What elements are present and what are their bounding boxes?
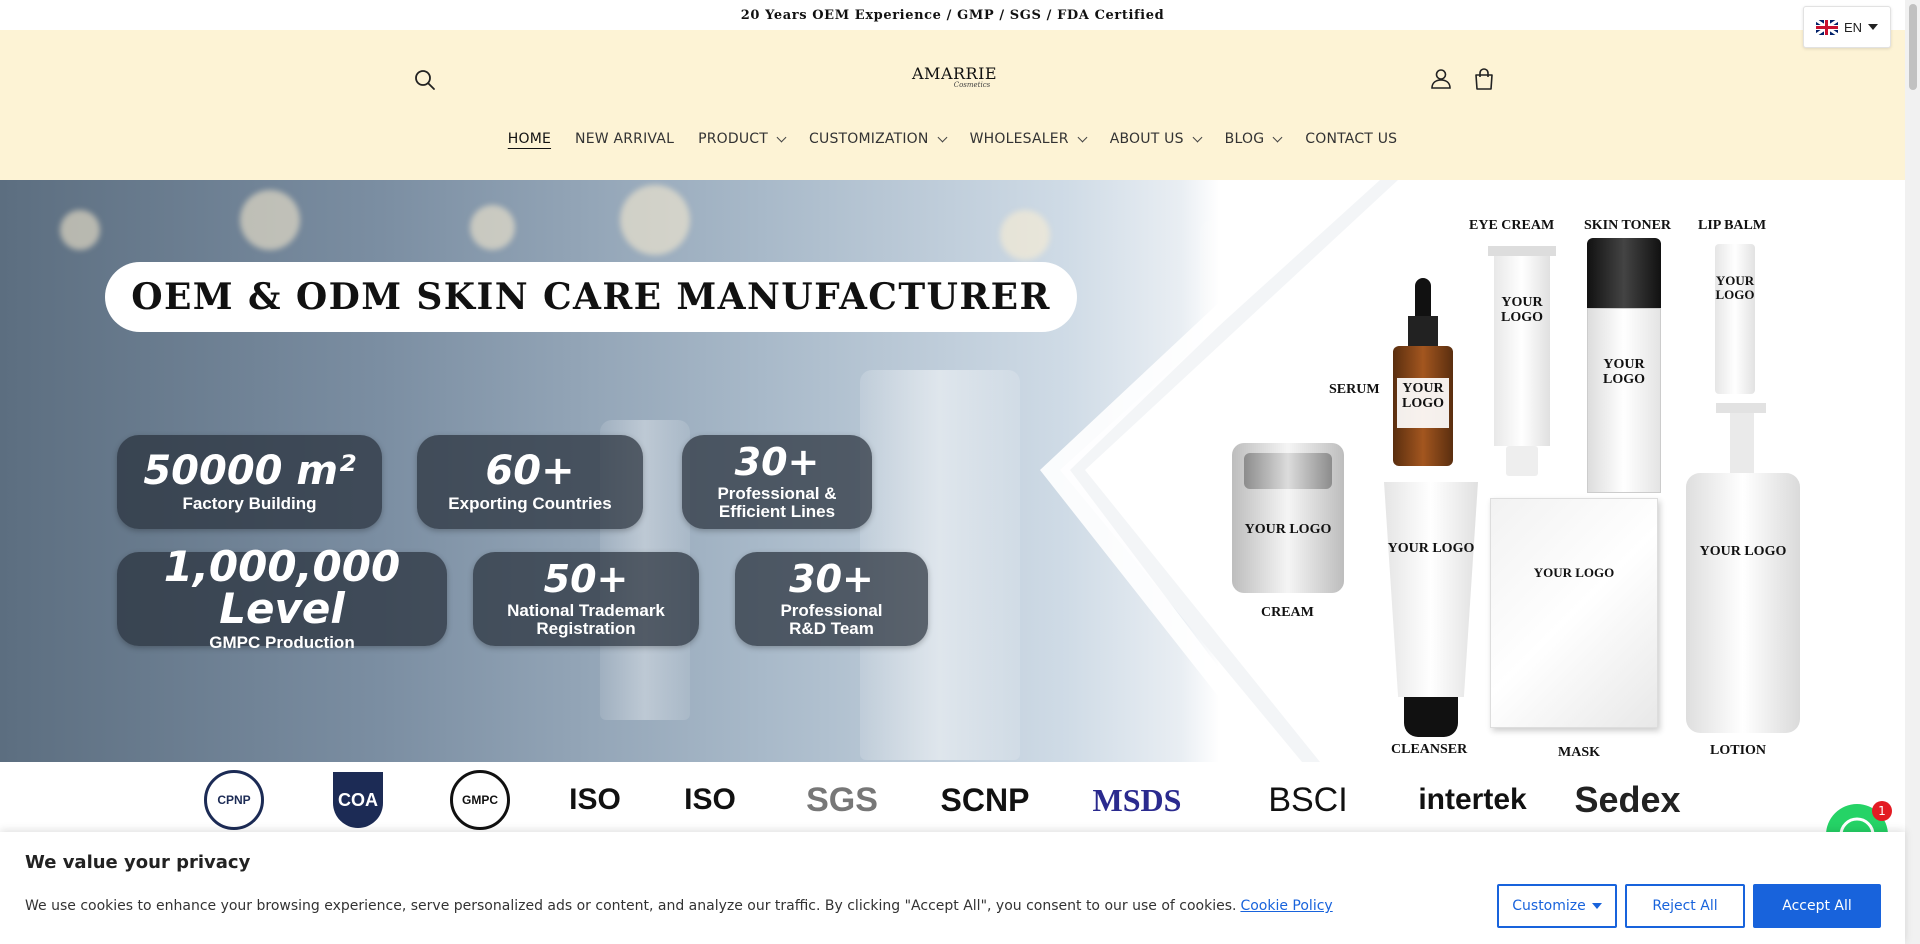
label-lip-balm: LIP BALM [1698,218,1767,233]
certifications-row: CPNP COA GMPC ISO ISO SGS SCNP MSDS BSCI… [0,762,1905,832]
cert-coa: COA [320,772,396,828]
stat-countries: 60+ Exporting Countries [417,435,643,529]
nav-new-arrival[interactable]: NEW ARRIVAL [563,128,686,150]
cookie-text: We use cookies to enhance your browsing … [25,898,1333,914]
cookie-banner: We value your privacy We use cookies to … [0,832,1905,944]
announcement-bar: 20 Years OEM Experience / GMP / SGS / FD… [0,0,1905,30]
nav-contact-us[interactable]: CONTACT US [1293,128,1409,150]
label-eye-cream: EYE CREAM [1469,218,1555,233]
account-icon[interactable] [1428,66,1454,92]
label-skin-toner: SKIN TONER [1584,218,1672,233]
hero-banner[interactable]: OEM & ODM SKIN CARE MANUFACTURER 50000 m… [0,180,1905,762]
site-header: AMARRIE Cosmetics HOME NEW ARRIVAL PRODU… [0,30,1905,180]
accept-all-button[interactable]: Accept All [1753,884,1881,928]
label-cleanser: CLEANSER [1391,742,1468,757]
customize-button[interactable]: Customize [1497,884,1617,928]
cert-iso-9001: ISO [684,783,736,816]
nav-wholesaler[interactable]: WHOLESALER [958,128,1098,150]
cert-gmpc: GMPC [450,770,510,830]
bokeh-light [60,210,100,250]
skin-toner-product: YOUR LOGO [1587,238,1661,493]
bokeh-light [620,185,690,255]
cert-bsci: BSCI [1268,780,1348,819]
cream-product: YOUR LOGO [1232,443,1344,593]
hero-headline: OEM & ODM SKIN CARE MANUFACTURER [105,262,1077,332]
uk-flag-icon [1815,19,1838,35]
chevron-divider [1040,180,1440,762]
bokeh-light [240,190,300,250]
cert-sgs: SGS [806,780,878,819]
lotion-product: YOUR LOGO [1686,403,1800,733]
nav-product[interactable]: PRODUCT [686,128,797,150]
stat-trademark: 50+ National Trademark Registration [473,552,699,646]
stat-production: 1,000,000 Level GMPC Production [117,546,447,651]
announcement-text: 20 Years OEM Experience / GMP / SGS / FD… [740,7,1165,23]
cookie-policy-link[interactable]: Cookie Policy [1240,898,1332,914]
mask-product: YOUR LOGO [1490,498,1658,728]
chevron-down-icon [1272,132,1283,142]
cert-intertek: intertek [1418,783,1527,816]
language-selector[interactable]: EN [1803,6,1891,48]
caret-down-icon [1591,903,1602,909]
chevron-down-icon [937,132,948,142]
lip-balm-product: YOUR LOGO [1715,244,1755,394]
stat-factory: 50000 m² Factory Building [117,435,382,529]
label-mask: MASK [1558,745,1600,760]
nav-customization[interactable]: CUSTOMIZATION [797,128,958,150]
chevron-down-icon [1192,132,1203,142]
reject-all-button[interactable]: Reject All [1625,884,1745,928]
serum-product: YOUR LOGO [1393,278,1453,466]
nav-about-us[interactable]: ABOUT US [1098,128,1213,150]
chevron-down-icon [1077,132,1088,142]
cert-scnp: SCNP [940,781,1030,818]
chevron-down-icon [776,132,787,142]
search-icon[interactable] [413,68,437,92]
site-logo[interactable]: AMARRIE Cosmetics [912,64,997,104]
nav-home[interactable]: HOME [496,128,563,150]
scrollbar-thumb[interactable] [1909,4,1917,90]
caret-down-icon [1868,24,1879,30]
label-cream: CREAM [1261,605,1314,620]
cart-icon[interactable] [1471,66,1497,92]
cert-msds: MSDS [1092,781,1182,818]
cert-iso-22716: ISO [569,783,621,816]
nav-blog[interactable]: BLOG [1213,128,1294,150]
language-code: EN [1843,19,1863,35]
stat-rnd: 30+ Professional R&D Team [735,552,928,646]
cleanser-product: YOUR LOGO [1384,482,1478,737]
scrollbar-track[interactable] [1905,0,1920,944]
stat-lines: 30+ Professional & Efficient Lines [682,435,872,529]
main-nav: HOME NEW ARRIVAL PRODUCT CUSTOMIZATION W… [0,128,1905,150]
label-lotion: LOTION [1710,743,1767,758]
eye-cream-product: YOUR LOGO [1488,246,1556,476]
label-serum: SERUM [1329,382,1380,397]
cert-cpnp: CPNP [204,770,264,830]
cookie-title: We value your privacy [25,852,251,873]
cert-sedex: Sedex [1574,779,1681,820]
chat-badge: 1 [1872,801,1892,821]
bokeh-light [470,205,515,250]
